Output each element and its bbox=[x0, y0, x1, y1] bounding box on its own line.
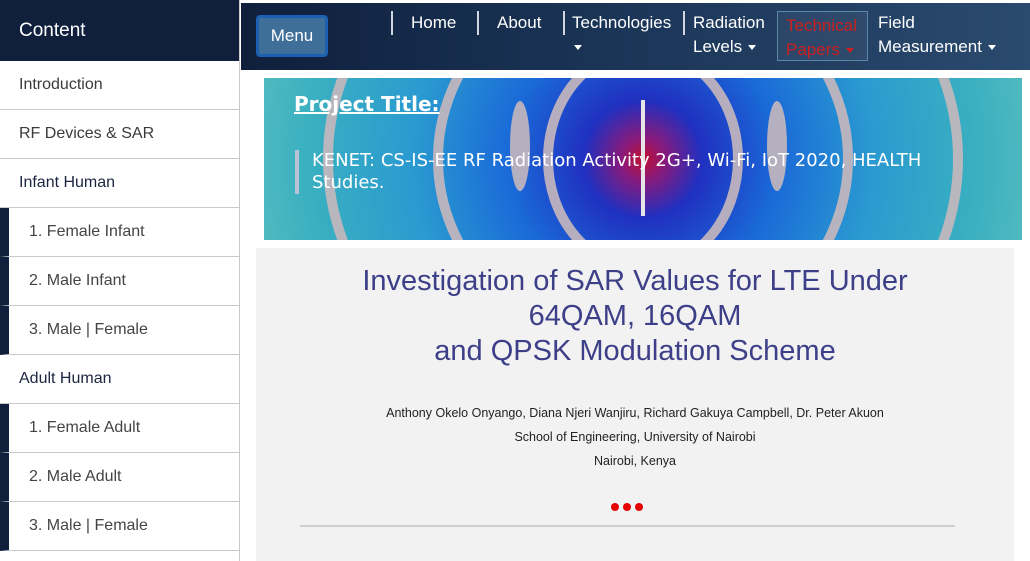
paper-title: Investigation of SAR Values for LTE Unde… bbox=[256, 264, 1014, 369]
paper-panel: Investigation of SAR Values for LTE Unde… bbox=[256, 248, 1014, 561]
paper-affiliation: School of Engineering, University of Nai… bbox=[514, 430, 756, 444]
loading-dot bbox=[635, 503, 643, 511]
project-description: KENET: CS-IS-EE RF Radiation Activity 2G… bbox=[295, 150, 935, 194]
nav-separator bbox=[391, 11, 393, 35]
top-navbar: Menu Home About Technologies Radiation L… bbox=[241, 3, 1030, 70]
project-title: Project Title: bbox=[294, 92, 440, 116]
sidebar-item-rf-devices-sar[interactable]: RF Devices & SAR bbox=[0, 110, 239, 159]
sidebar-group-adult-human[interactable]: Adult Human bbox=[0, 355, 239, 404]
nav-technical-papers-dropdown[interactable]: Technical Papers bbox=[777, 11, 868, 61]
paper-title-line: Investigation of SAR Values for LTE Unde… bbox=[362, 265, 908, 297]
nav-technologies-label: Technologies bbox=[572, 13, 672, 32]
sidebar-item-introduction[interactable]: Introduction bbox=[0, 61, 239, 110]
nav-home-link[interactable]: Home bbox=[411, 11, 456, 35]
paper-title-line: 64QAM, 16QAM bbox=[528, 300, 742, 332]
sidebar-item-male-adult[interactable]: 2. Male Adult bbox=[0, 453, 239, 502]
loading-dot bbox=[611, 503, 619, 511]
sidebar-item-female-infant[interactable]: 1. Female Infant bbox=[0, 208, 239, 257]
nav-radiation-label-line1: Radiation bbox=[693, 13, 765, 32]
caret-down-icon bbox=[987, 45, 996, 51]
divider bbox=[300, 525, 955, 527]
menu-button[interactable]: Menu bbox=[256, 15, 328, 57]
nav-field-label-line2: Measurement bbox=[878, 37, 982, 56]
paper-location: Nairobi, Kenya bbox=[594, 454, 676, 468]
paper-authors: Anthony Okelo Onyango, Diana Njeri Wanji… bbox=[386, 406, 884, 420]
loading-dot bbox=[623, 503, 631, 511]
nav-tech-papers-label-line2: Papers bbox=[786, 40, 840, 59]
sidebar-item-male-infant[interactable]: 2. Male Infant bbox=[0, 257, 239, 306]
nav-field-measurement-dropdown[interactable]: Field Measurement bbox=[878, 11, 996, 59]
nav-radiation-levels-dropdown[interactable]: Radiation Levels bbox=[693, 11, 765, 59]
sidebar: Content Introduction RF Devices & SAR In… bbox=[0, 0, 240, 561]
loading-dots-icon bbox=[611, 503, 651, 513]
nav-about-link[interactable]: About bbox=[497, 11, 541, 35]
sidebar-header: Content bbox=[0, 0, 239, 61]
paper-title-line: and QPSK Modulation Scheme bbox=[434, 335, 836, 367]
sidebar-item-male-female-infant[interactable]: 3. Male | Female bbox=[0, 306, 239, 355]
caret-down-icon bbox=[748, 45, 757, 51]
nav-field-label-line1: Field bbox=[878, 13, 915, 32]
nav-separator bbox=[563, 11, 565, 35]
nav-separator bbox=[477, 11, 479, 35]
nav-radiation-label-line2: Levels bbox=[693, 37, 743, 56]
sidebar-item-male-female-adult[interactable]: 3. Male | Female bbox=[0, 502, 239, 551]
nav-technologies-dropdown[interactable]: Technologies bbox=[572, 11, 671, 59]
caret-down-icon bbox=[845, 48, 854, 54]
project-banner: Project Title: KENET: CS-IS-EE RF Radiat… bbox=[264, 78, 1022, 240]
sidebar-group-infant-human[interactable]: Infant Human bbox=[0, 159, 239, 208]
nav-separator bbox=[683, 11, 685, 35]
caret-down-icon bbox=[574, 45, 582, 51]
sidebar-item-female-adult[interactable]: 1. Female Adult bbox=[0, 404, 239, 453]
nav-tech-papers-label-line1: Technical bbox=[786, 16, 857, 35]
